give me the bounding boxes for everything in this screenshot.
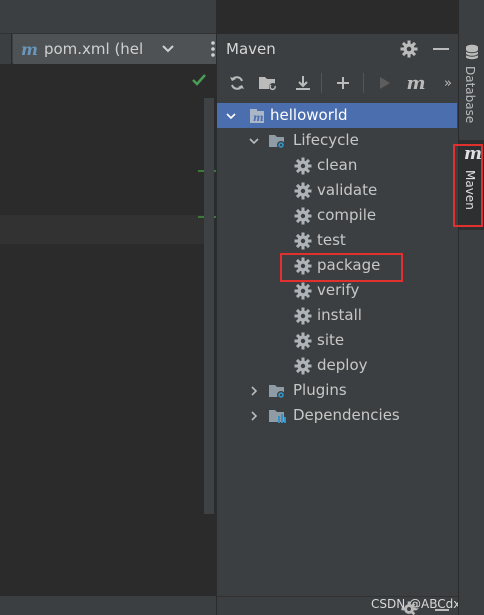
download-icon[interactable] <box>293 73 313 93</box>
tree-label: clean <box>317 156 358 174</box>
database-icon <box>465 44 479 60</box>
gear-icon <box>294 182 312 200</box>
tree-label: deploy <box>317 356 368 374</box>
editor-tab-bar: m pom.xml (hell <box>0 34 216 64</box>
gear-icon <box>294 332 312 350</box>
tree-item-helloworld[interactable]: m helloworld <box>217 103 457 128</box>
editor-scrollbar[interactable] <box>204 98 214 514</box>
editor-area: m pom.xml (hell <box>0 0 216 615</box>
editor-content[interactable] <box>0 64 216 615</box>
maven-icon: m <box>464 144 482 164</box>
maven-tab-label: Maven <box>463 170 477 210</box>
expand-label: » <box>444 75 452 91</box>
maven-file-icon: m <box>21 39 38 59</box>
toolbar-separator <box>321 73 322 93</box>
tree-label: Dependencies <box>293 406 400 424</box>
tab-label: pom.xml (hell <box>43 40 144 58</box>
gear-icon <box>294 232 312 250</box>
gear-icon[interactable] <box>400 40 418 58</box>
chevron-down-icon[interactable] <box>225 110 237 122</box>
lifecycle-folder-icon <box>269 135 285 149</box>
tree-label: compile <box>317 206 377 224</box>
gear-icon <box>294 257 312 275</box>
plugins-folder-icon <box>269 385 285 399</box>
tree-item-goal[interactable]: site <box>217 328 457 353</box>
tree-item-goal[interactable]: clean <box>217 153 457 178</box>
refresh-icon[interactable] <box>227 73 247 93</box>
tree-item-goal[interactable]: verify <box>217 278 457 303</box>
database-tool-tab[interactable]: Database <box>459 38 484 128</box>
chevron-right-icon[interactable] <box>248 410 260 422</box>
tree-label: test <box>317 231 346 249</box>
tree-item-goal[interactable]: test <box>217 228 457 253</box>
tree-item-goal[interactable]: deploy <box>217 353 457 378</box>
chevron-right-icon[interactable] <box>248 385 260 397</box>
strip-top <box>459 0 484 34</box>
gear-icon <box>294 207 312 225</box>
check-icon <box>192 74 206 86</box>
previous-tab-stub[interactable] <box>0 34 12 64</box>
gear-icon <box>294 157 312 175</box>
tree-label: verify <box>317 281 360 299</box>
dependencies-folder-icon <box>269 410 286 423</box>
expand-toolbar-icon[interactable]: » <box>437 73 457 93</box>
maven-tool-window: Maven m » m helloworld Lifecycle clean v… <box>216 34 478 615</box>
run-icon[interactable] <box>375 73 395 93</box>
database-tab-label: Database <box>463 66 477 124</box>
tree-label: helloworld <box>270 106 348 124</box>
tree-label: validate <box>317 181 378 199</box>
tree-label: site <box>317 331 345 349</box>
tab-pom-xml[interactable]: m pom.xml (hell <box>13 34 216 64</box>
tree-item-goal[interactable]: install <box>217 303 457 328</box>
editor-bottom-bar <box>0 596 216 615</box>
chevron-down-icon[interactable] <box>160 40 176 58</box>
minimize-icon[interactable] <box>435 609 449 611</box>
tree-label: Lifecycle <box>293 131 359 149</box>
gear-icon <box>294 307 312 325</box>
tree-item-goal-package[interactable]: package <box>217 253 457 278</box>
chevron-down-icon[interactable] <box>248 135 260 147</box>
maven-goal-label: m <box>406 72 426 94</box>
maven-toolbar: m » <box>217 68 459 98</box>
gear-icon <box>294 282 312 300</box>
plus-icon[interactable] <box>333 73 353 93</box>
maven-header: Maven <box>217 34 459 64</box>
tree-item-plugins[interactable]: Plugins <box>217 378 457 403</box>
tree-label: Plugins <box>293 381 347 399</box>
right-tool-strip: Database m Maven <box>453 0 484 615</box>
current-line-highlight <box>0 215 204 244</box>
gear-icon <box>294 357 312 375</box>
maven-tool-tab[interactable]: m Maven <box>459 140 484 230</box>
tree-item-goal[interactable]: validate <box>217 178 457 203</box>
maven-project-icon: m <box>250 109 264 124</box>
toolbar-separator <box>363 73 364 93</box>
tree-label: install <box>317 306 362 324</box>
tree-item-goal[interactable]: compile <box>217 203 457 228</box>
minimize-icon[interactable] <box>433 48 449 50</box>
tree-item-lifecycle[interactable]: Lifecycle <box>217 128 457 153</box>
execute-maven-goal-icon[interactable]: m <box>406 72 426 94</box>
svg-text:m: m <box>253 113 264 124</box>
tree-item-dependencies[interactable]: Dependencies <box>217 403 457 428</box>
gear-icon[interactable] <box>401 601 417 615</box>
tree-label: package <box>317 256 381 274</box>
editor-top-strip <box>0 0 216 34</box>
maven-title: Maven <box>226 40 276 58</box>
panel-bottom-bar: CSDN @ABCdxy~ <box>217 596 478 615</box>
add-maven-project-icon[interactable] <box>258 73 278 93</box>
